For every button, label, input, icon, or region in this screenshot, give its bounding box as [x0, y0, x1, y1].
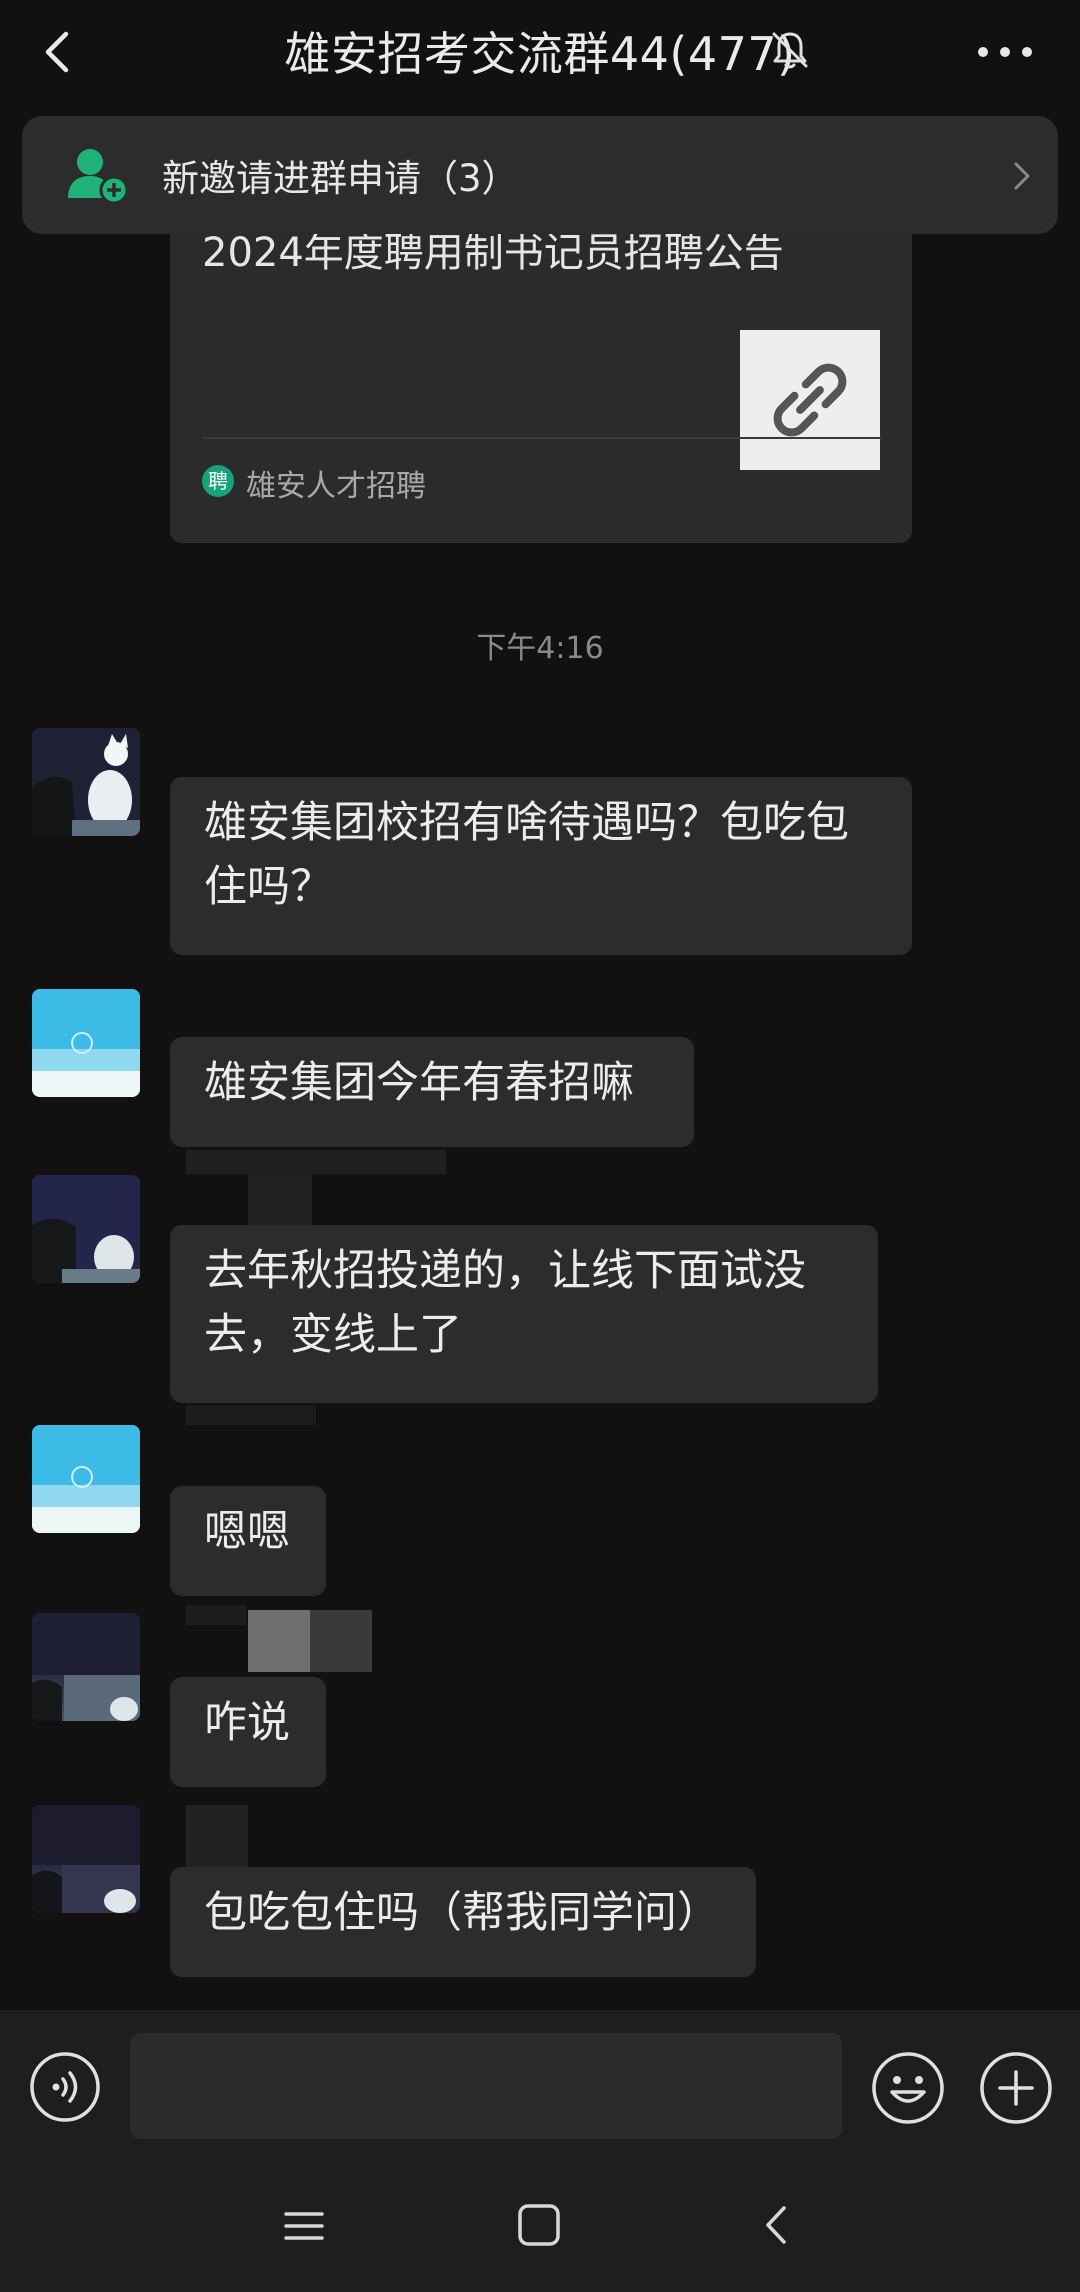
chat-title: 雄安招考交流群44(477)	[284, 27, 796, 81]
pixelated-name	[186, 1405, 316, 1425]
avatar[interactable]	[32, 1805, 140, 1913]
avatar[interactable]	[32, 989, 140, 1097]
message-bubble[interactable]: 雄安集团校招有啥待遇吗？包吃包 住吗？	[170, 777, 912, 955]
message-line: 雄安集团校招有啥待遇吗？包吃包	[204, 798, 849, 848]
invite-request-text: 新邀请进群申请（3）	[162, 157, 519, 200]
system-nav-bar	[0, 2160, 1080, 2292]
emoji-icon[interactable]	[870, 2050, 946, 2126]
cat-avatar-icon	[32, 728, 140, 836]
message-timestamp: 下午4:16	[476, 631, 604, 666]
avatar[interactable]	[32, 1175, 140, 1283]
message-line: 去年秋招投递的，让线下面试没	[204, 1246, 806, 1296]
message-line: 雄安集团今年有春招嘛	[204, 1058, 634, 1108]
pixelated-name	[186, 1605, 246, 1625]
invite-request-banner[interactable]: 新邀请进群申请（3）	[22, 116, 1058, 234]
message-list[interactable]: 2024年度聘用制书记员招聘公告 聘 雄安人才招聘 下午4:16 雄安集团校招有…	[0, 105, 1080, 2010]
plus-icon[interactable]	[978, 2050, 1054, 2126]
link-card-divider	[202, 437, 882, 439]
message-bubble[interactable]: 嗯嗯	[170, 1486, 326, 1596]
chevron-right-icon	[1014, 162, 1030, 190]
pixelated-name	[310, 1610, 372, 1672]
message-line: 包吃包住吗（帮我同学问）	[204, 1888, 720, 1938]
cat-avatar-icon	[32, 1613, 140, 1721]
menu-icon[interactable]	[282, 2204, 326, 2248]
message-input[interactable]	[130, 2033, 842, 2139]
cat-avatar-icon	[32, 1805, 140, 1913]
nav-back-icon[interactable]	[756, 2202, 796, 2248]
avatar[interactable]	[32, 728, 140, 836]
voice-input-icon[interactable]	[28, 2050, 102, 2124]
avatar[interactable]	[32, 1613, 140, 1721]
cat-avatar-icon	[32, 1175, 140, 1283]
chat-screen: 雄安招考交流群44(477) 新邀请进群申请（3） 2024年度聘用制书记员招聘	[0, 0, 1080, 2292]
input-bar	[0, 2010, 1080, 2160]
add-member-icon	[68, 149, 129, 205]
message-line: 住吗？	[204, 862, 333, 912]
message-bubble[interactable]: 包吃包住吗（帮我同学问）	[170, 1867, 756, 1977]
avatar[interactable]	[32, 1425, 140, 1533]
home-square-icon[interactable]	[516, 2202, 562, 2248]
link-card-source: 雄安人才招聘	[246, 469, 426, 504]
message-bubble[interactable]: 去年秋招投递的，让线下面试没 去，变线上了	[170, 1225, 878, 1403]
bell-off-icon	[772, 32, 808, 69]
link-icon	[740, 330, 880, 470]
pixelated-name	[186, 1150, 446, 1174]
message-line: 嗯嗯	[204, 1507, 290, 1557]
sea-avatar-icon	[32, 989, 140, 1097]
pixelated-name	[186, 1805, 248, 1867]
message-bubble[interactable]: 咋说	[170, 1677, 326, 1787]
link-card[interactable]: 2024年度聘用制书记员招聘公告 聘 雄安人才招聘	[170, 225, 912, 543]
message-bubble[interactable]: 雄安集团今年有春招嘛	[170, 1037, 694, 1147]
message-line: 去，变线上了	[204, 1310, 462, 1360]
pixelated-name	[248, 1610, 310, 1672]
more-dots-icon[interactable]	[972, 30, 1038, 74]
sea-avatar-icon	[32, 1425, 140, 1533]
message-line: 咋说	[204, 1698, 290, 1748]
recruit-badge-icon: 聘	[202, 465, 234, 497]
chat-header: 雄安招考交流群44(477)	[0, 0, 1080, 105]
